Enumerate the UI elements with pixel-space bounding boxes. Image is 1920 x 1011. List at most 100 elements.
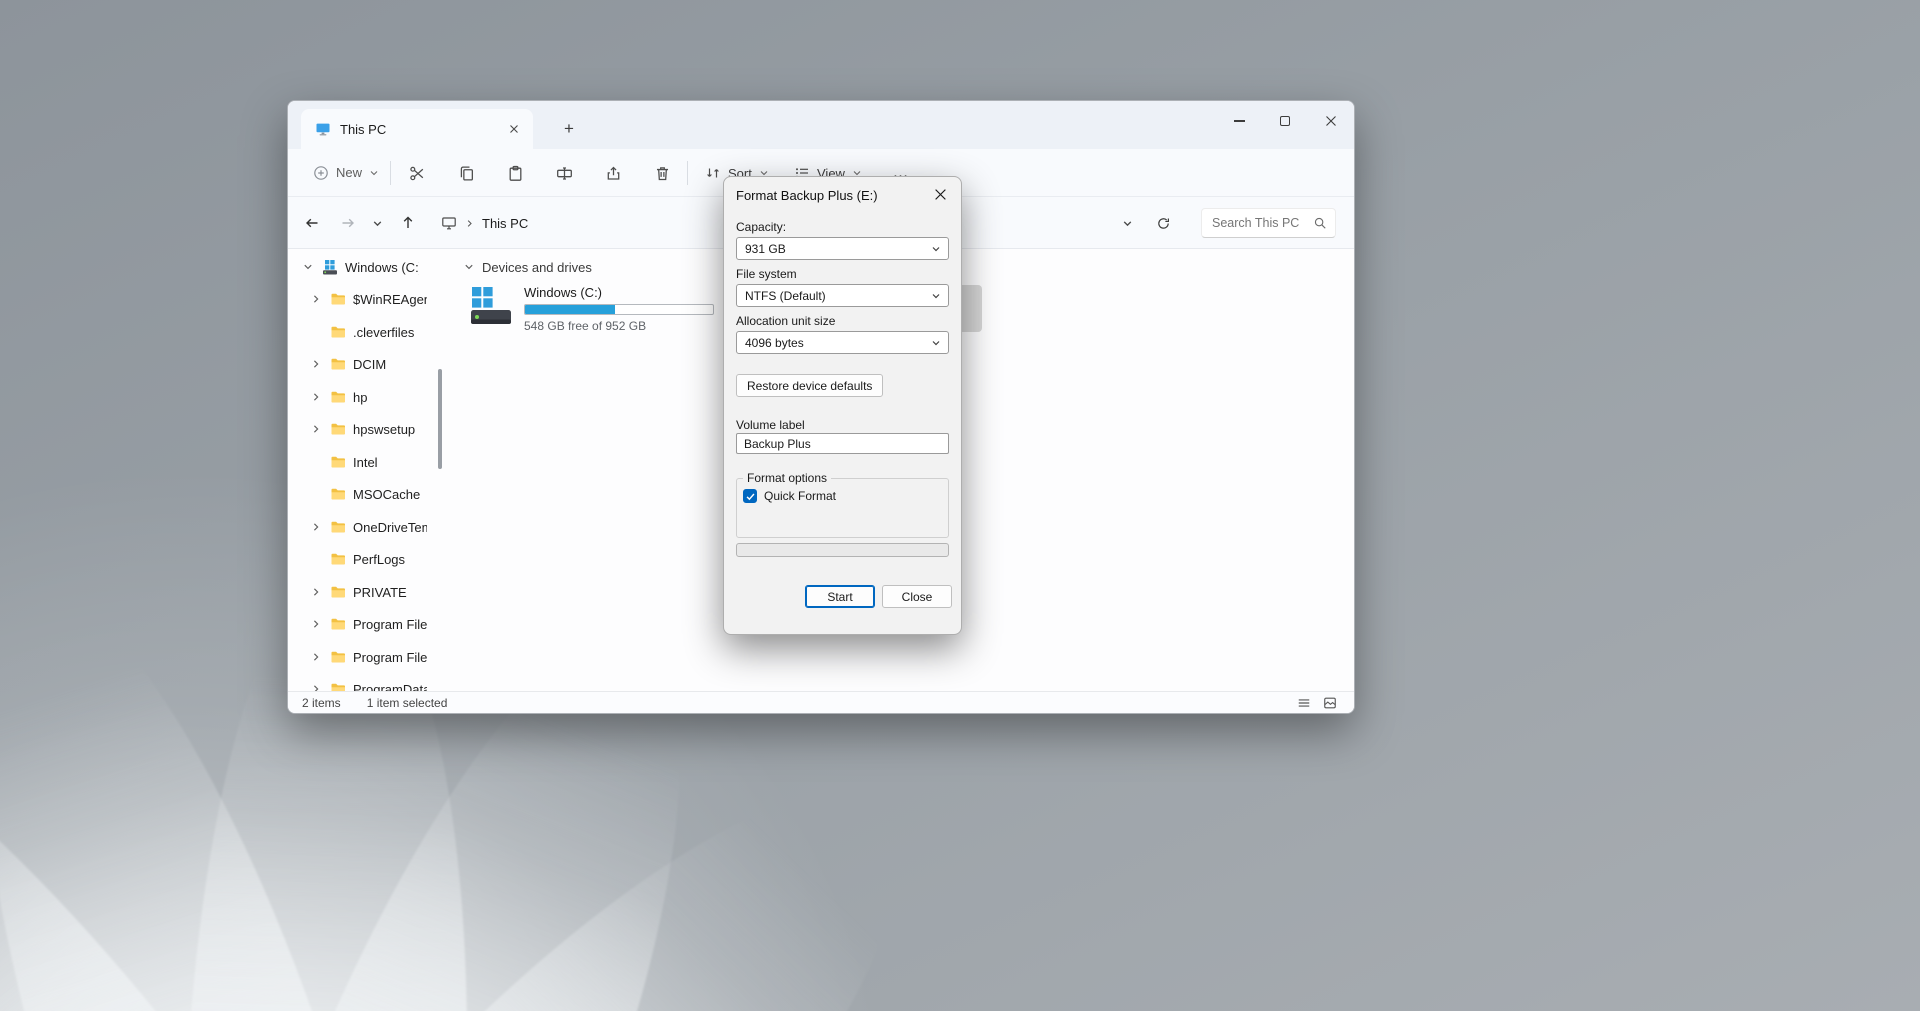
tab-this-pc[interactable]: This PC — [301, 109, 533, 149]
volume-label-input[interactable] — [736, 433, 949, 454]
forward-button[interactable] — [334, 208, 362, 238]
folder-icon — [330, 486, 346, 502]
list-view-icon — [1297, 696, 1311, 710]
new-tab-button[interactable]: + — [556, 116, 582, 142]
format-progress-bar — [736, 543, 949, 557]
chevron-right-icon[interactable] — [308, 681, 324, 691]
delete-button[interactable] — [644, 155, 680, 191]
quick-format-row[interactable]: Quick Format — [743, 489, 836, 503]
chevron-spacer — [308, 454, 324, 470]
scissors-icon — [409, 165, 426, 182]
breadcrumb-this-pc[interactable]: This PC — [482, 216, 528, 231]
tree-item[interactable]: .cleverfiles — [292, 316, 441, 348]
volume-label: Volume label — [736, 418, 805, 432]
tab-title: This PC — [340, 122, 494, 137]
tree-item[interactable]: PRIVATE — [292, 576, 441, 608]
tree-item-label: hp — [353, 390, 367, 405]
new-button[interactable]: New — [304, 155, 388, 191]
hard-drive-icon — [468, 283, 514, 329]
large-icons-view-button[interactable] — [1320, 694, 1340, 712]
quick-format-checkbox[interactable] — [743, 489, 757, 503]
tree-item[interactable]: DCIM — [292, 348, 441, 380]
chevron-right-icon[interactable] — [308, 389, 324, 405]
chevron-right-icon — [465, 219, 474, 228]
restore-defaults-button[interactable]: Restore device defaults — [736, 374, 883, 397]
allocation-unit-value: 4096 bytes — [745, 336, 804, 350]
tree-item-label: .cleverfiles — [353, 325, 414, 340]
search-icon — [1313, 216, 1327, 230]
drive-icon — [322, 259, 338, 275]
file-system-value: NTFS (Default) — [745, 289, 826, 303]
folder-icon — [330, 324, 346, 340]
tree-item-label: PerfLogs — [353, 552, 405, 567]
capacity-dropdown[interactable]: 931 GB — [736, 237, 949, 260]
start-button[interactable]: Start — [805, 585, 875, 608]
this-pc-icon — [315, 121, 331, 137]
details-view-button[interactable] — [1294, 694, 1314, 712]
folder-icon — [330, 551, 346, 567]
maximize-button[interactable] — [1262, 101, 1308, 141]
chevron-right-icon[interactable] — [308, 356, 324, 372]
minimize-button[interactable] — [1216, 101, 1262, 141]
file-system-dropdown[interactable]: NTFS (Default) — [736, 284, 949, 307]
up-button[interactable] — [394, 208, 422, 238]
chevron-right-icon[interactable] — [308, 616, 324, 632]
tree-item[interactable]: hp — [292, 381, 441, 413]
copy-icon — [458, 165, 475, 182]
format-options-group: Format options Quick Format — [736, 478, 949, 538]
tree-item[interactable]: PerfLogs — [292, 543, 441, 575]
close-button[interactable] — [1308, 101, 1354, 141]
plus-circle-icon — [313, 165, 329, 181]
chevron-right-icon[interactable] — [308, 519, 324, 535]
breadcrumb[interactable]: This PC — [433, 208, 536, 238]
arrow-up-icon — [400, 215, 416, 231]
drive-name: Windows (C:) — [524, 285, 720, 301]
folder-icon — [330, 681, 346, 691]
search-input[interactable] — [1212, 216, 1313, 230]
dialog-close-action-button[interactable]: Close — [882, 585, 952, 608]
tree-item[interactable]: ProgramData — [292, 673, 441, 691]
sort-icon — [705, 165, 721, 181]
tree-item-label: hpswsetup — [353, 422, 415, 437]
recent-locations-button[interactable] — [366, 208, 388, 238]
chevron-right-icon[interactable] — [308, 291, 324, 307]
tab-close-button[interactable] — [503, 118, 525, 140]
address-dropdown-button[interactable] — [1115, 208, 1139, 238]
tree-item[interactable]: MSOCache — [292, 478, 441, 510]
toolbar-divider — [390, 161, 391, 185]
tab-strip: This PC + — [288, 101, 1354, 149]
thumbnail-view-icon — [1323, 696, 1337, 710]
section-devices-and-drives[interactable]: Devices and drives — [464, 251, 592, 283]
arrow-right-icon — [340, 215, 356, 231]
refresh-button[interactable] — [1149, 208, 1177, 238]
cut-button[interactable] — [399, 155, 435, 191]
tree-item[interactable]: hpswsetup — [292, 413, 441, 445]
chevron-right-icon[interactable] — [308, 421, 324, 437]
refresh-icon — [1156, 216, 1171, 231]
tree-item-label: $WinREAgent — [353, 292, 427, 307]
rename-button[interactable] — [546, 155, 582, 191]
copy-button[interactable] — [448, 155, 484, 191]
maximize-icon — [1280, 116, 1290, 126]
chevron-down-icon[interactable] — [300, 259, 316, 275]
share-button[interactable] — [595, 155, 631, 191]
tree-item[interactable]: Program Files — [292, 641, 441, 673]
chevron-right-icon[interactable] — [308, 584, 324, 600]
chevron-down-icon — [369, 168, 379, 178]
drive-tile-windows-c[interactable]: Windows (C:) 548 GB free of 952 GB — [468, 283, 720, 333]
tree-item[interactable]: Program Files — [292, 608, 441, 640]
allocation-unit-dropdown[interactable]: 4096 bytes — [736, 331, 949, 354]
tree-scrollbar-thumb[interactable] — [438, 369, 442, 469]
tree-item-label: DCIM — [353, 357, 386, 372]
chevron-down-icon — [931, 244, 941, 254]
back-button[interactable] — [298, 208, 326, 238]
tree-item-windows-c[interactable]: Windows (C:) — [292, 251, 441, 283]
chevron-spacer — [308, 551, 324, 567]
tree-item[interactable]: OneDriveTemp — [292, 511, 441, 543]
dialog-close-button[interactable] — [919, 177, 961, 211]
dialog-title: Format Backup Plus (E:) — [736, 177, 878, 213]
paste-button[interactable] — [497, 155, 533, 191]
tree-item[interactable]: Intel — [292, 446, 441, 478]
tree-item[interactable]: $WinREAgent — [292, 283, 441, 315]
chevron-right-icon[interactable] — [308, 649, 324, 665]
